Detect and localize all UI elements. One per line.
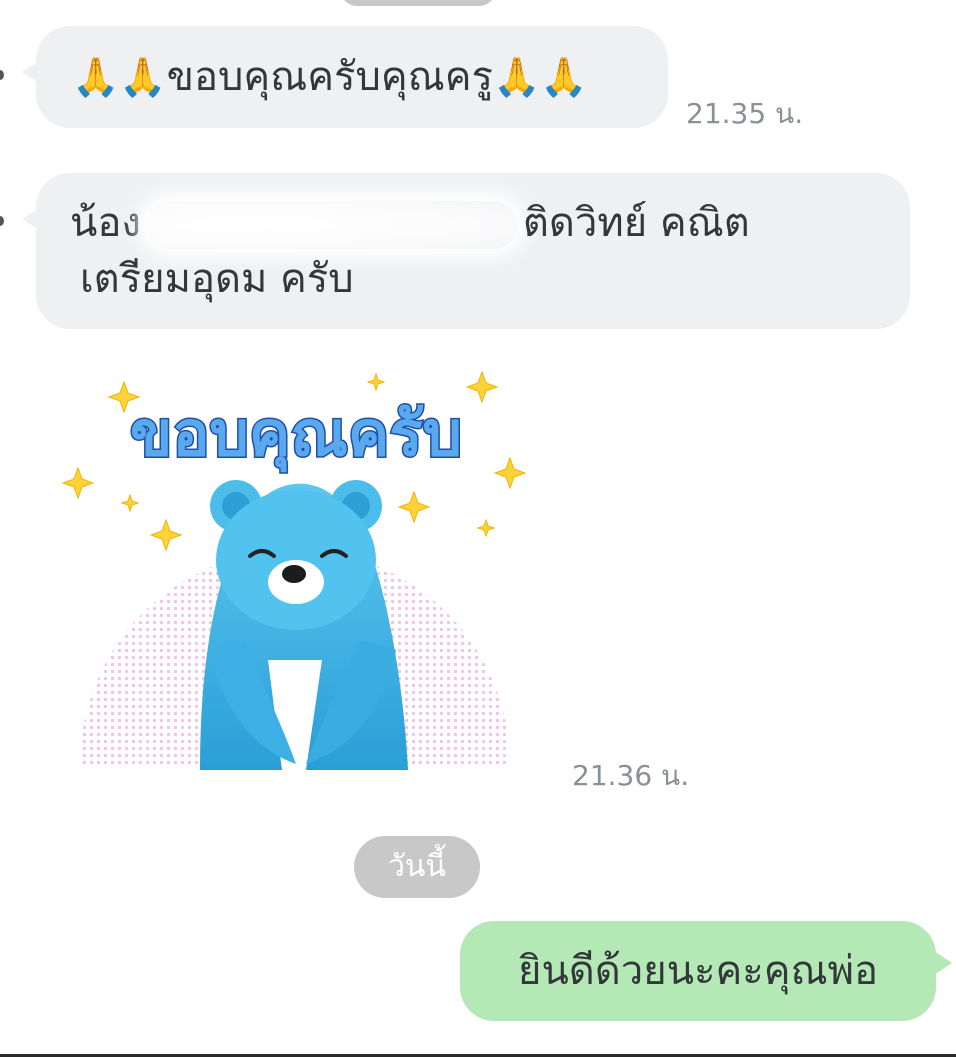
message-text: น้อง [70, 200, 141, 246]
avatar-edge [0, 70, 4, 80]
previous-date-pill [340, 0, 496, 6]
message-timestamp: 21.35 น. [686, 97, 804, 130]
message-timestamp: 21.36 น. [572, 759, 690, 792]
incoming-message-bubble[interactable]: 🙏🙏ขอบคุณครับคุณครู🙏🙏 [22, 26, 668, 128]
message-text: ยินดีด้วยนะคะคุณพ่อ [518, 948, 878, 994]
outgoing-message-bubble[interactable]: ยินดีด้วยนะคะคุณพ่อ [460, 921, 952, 1021]
sticker[interactable]: ขอบคุณครับ [60, 360, 530, 780]
message-text: ขอบคุณครับคุณครู [166, 54, 494, 100]
incoming-message-bubble[interactable]: น้อง ติดวิทย์ คณิต เตรียมอุดม ครับ [22, 173, 910, 329]
message-text-line2: เตรียมอุดม ครับ [80, 256, 354, 302]
praying-hands-icon: 🙏🙏 [493, 55, 588, 99]
sticker-image: ขอบคุณครับ [61, 370, 527, 770]
avatar-edge [0, 216, 4, 226]
day-separator: วันนี้ [354, 836, 480, 898]
message-text: ติดวิทย์ คณิต [522, 200, 750, 246]
sticker-title: ขอบคุณครับ [130, 397, 462, 472]
praying-hands-icon: 🙏🙏 [72, 55, 167, 99]
redacted-name [146, 201, 517, 249]
input-bar-divider [0, 1054, 956, 1057]
